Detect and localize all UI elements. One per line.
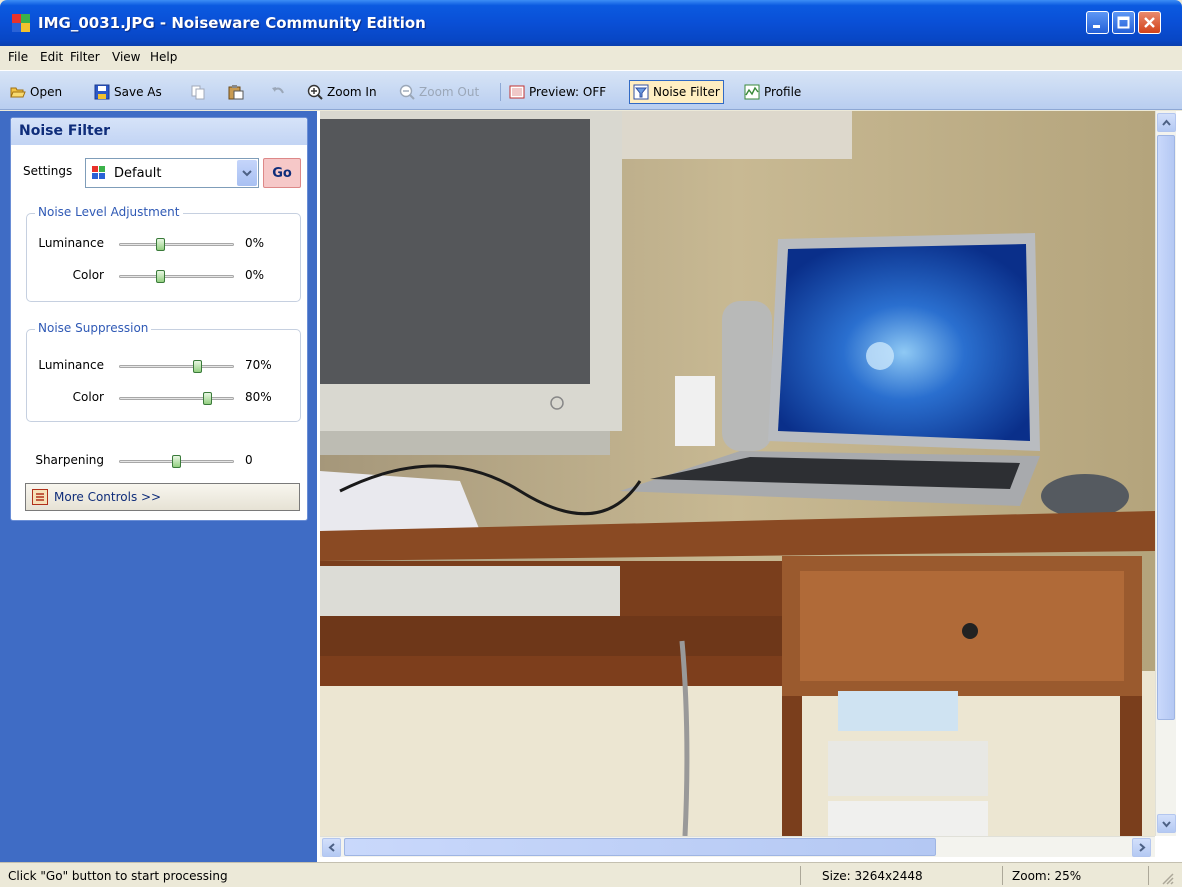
title-bar: IMG_0031.JPG - Noiseware Community Editi… — [0, 0, 1182, 46]
slider-label: Luminance — [38, 236, 104, 250]
toolbar-separator — [500, 83, 501, 101]
settings-label: Settings — [23, 164, 73, 178]
sharpening-slider[interactable] — [119, 455, 234, 468]
slider-label: Color — [72, 390, 104, 404]
status-separator — [800, 866, 801, 885]
status-separator — [1148, 866, 1149, 885]
noise-level-color-row: Color 0% — [11, 266, 309, 286]
controls-icon — [32, 489, 48, 505]
slider-label: Color — [72, 268, 104, 282]
filter-icon — [633, 84, 649, 100]
scroll-down-button[interactable] — [1157, 814, 1176, 833]
resize-grip-icon[interactable] — [1160, 871, 1174, 887]
zoom-in-button[interactable]: Zoom In — [307, 80, 377, 104]
slider-label: Sharpening — [35, 453, 104, 467]
undo-icon — [270, 84, 286, 100]
scroll-up-button[interactable] — [1157, 113, 1176, 132]
panel-title: Noise Filter — [11, 118, 307, 145]
preview-toggle-button[interactable]: Preview: OFF — [509, 80, 606, 104]
vertical-scrollbar[interactable] — [1155, 111, 1176, 836]
slider-label: Luminance — [38, 358, 104, 372]
save-as-label: Save As — [114, 85, 162, 99]
noise-level-color-slider[interactable] — [119, 270, 234, 283]
zoom-out-label: Zoom Out — [419, 85, 480, 99]
horizontal-scroll-thumb[interactable] — [344, 838, 936, 856]
image-viewer — [317, 111, 1182, 862]
preview-icon — [509, 84, 525, 100]
image-size: Size: 3264x2448 — [822, 869, 923, 883]
save-icon — [94, 84, 110, 100]
photo-canvas[interactable] — [320, 111, 1155, 836]
slider-value: 0 — [245, 453, 253, 467]
copy-button[interactable] — [190, 80, 210, 104]
open-button[interactable]: Open — [10, 80, 62, 104]
window-title: IMG_0031.JPG - Noiseware Community Editi… — [38, 14, 426, 32]
profile-icon — [744, 84, 760, 100]
paste-button[interactable] — [228, 80, 248, 104]
noise-filter-button[interactable]: Noise Filter — [629, 80, 724, 104]
slider-value: 80% — [245, 390, 272, 404]
menu-filter[interactable]: Filter — [70, 50, 100, 64]
menu-file[interactable]: File — [8, 50, 28, 64]
noise-suppression-color-slider[interactable] — [119, 392, 234, 405]
menu-help[interactable]: Help — [150, 50, 177, 64]
more-controls-label: More Controls >> — [54, 490, 162, 504]
slider-value: 70% — [245, 358, 272, 372]
menu-view[interactable]: View — [112, 50, 140, 64]
go-button[interactable]: Go — [263, 158, 301, 188]
side-panel: Noise Filter Settings Default Go Noise L… — [0, 111, 317, 862]
scroll-left-button[interactable] — [322, 838, 341, 857]
zoom-level: Zoom: 25% — [1012, 869, 1082, 883]
profile-label: Profile — [764, 85, 802, 99]
toolbar: Open Save As Zoom In Zoom Out Preview: O… — [0, 70, 1182, 110]
slider-value: 0% — [245, 268, 265, 282]
sharpening-row: Sharpening 0 — [11, 451, 309, 471]
close-button[interactable] — [1138, 11, 1161, 34]
noise-filter-label: Noise Filter — [653, 85, 720, 99]
menu-bar: File Edit Filter View Help — [0, 46, 1182, 70]
folder-open-icon — [10, 84, 26, 100]
status-message: Click "Go" button to start processing — [8, 869, 228, 883]
copy-icon — [190, 84, 206, 100]
zoom-in-icon — [307, 84, 323, 100]
noise-level-title: Noise Level Adjustment — [35, 205, 183, 219]
app-icon — [12, 14, 30, 32]
noise-level-luminance-row: Luminance 0% — [11, 234, 309, 254]
minimize-button[interactable] — [1086, 11, 1109, 34]
chevron-down-icon[interactable] — [237, 160, 257, 186]
noise-suppression-luminance-row: Luminance 70% — [11, 356, 309, 376]
slider-value: 0% — [245, 236, 265, 250]
preset-icon — [92, 166, 106, 180]
more-controls-button[interactable]: More Controls >> — [25, 483, 300, 511]
zoom-out-icon — [399, 84, 415, 100]
slider-thumb[interactable] — [172, 455, 181, 468]
scroll-right-button[interactable] — [1132, 838, 1151, 857]
save-as-button[interactable]: Save As — [94, 80, 162, 104]
slider-thumb[interactable] — [156, 270, 165, 283]
menu-edit[interactable]: Edit — [40, 50, 63, 64]
noise-suppression-luminance-slider[interactable] — [119, 360, 234, 373]
noise-level-group: Noise Level Adjustment — [26, 205, 301, 302]
noise-level-luminance-slider[interactable] — [119, 238, 234, 251]
undo-button[interactable] — [270, 80, 290, 104]
noise-filter-panel: Noise Filter Settings Default Go Noise L… — [10, 117, 308, 521]
slider-thumb[interactable] — [193, 360, 202, 373]
profile-button[interactable]: Profile — [744, 80, 801, 104]
status-separator — [1002, 866, 1003, 885]
noise-suppression-title: Noise Suppression — [35, 321, 152, 335]
zoom-in-label: Zoom In — [327, 85, 377, 99]
settings-value: Default — [114, 166, 162, 181]
zoom-out-button[interactable]: Zoom Out — [399, 80, 479, 104]
preview-label: Preview: OFF — [529, 85, 607, 99]
open-label: Open — [30, 85, 63, 99]
status-bar: Click "Go" button to start processing Si… — [0, 862, 1182, 887]
vertical-scroll-thumb[interactable] — [1157, 135, 1175, 720]
slider-thumb[interactable] — [203, 392, 212, 405]
horizontal-scrollbar[interactable] — [320, 836, 1155, 857]
noise-suppression-color-row: Color 80% — [11, 388, 309, 408]
slider-thumb[interactable] — [156, 238, 165, 251]
settings-dropdown[interactable]: Default — [85, 158, 259, 188]
maximize-button[interactable] — [1112, 11, 1135, 34]
paste-icon — [228, 84, 244, 100]
